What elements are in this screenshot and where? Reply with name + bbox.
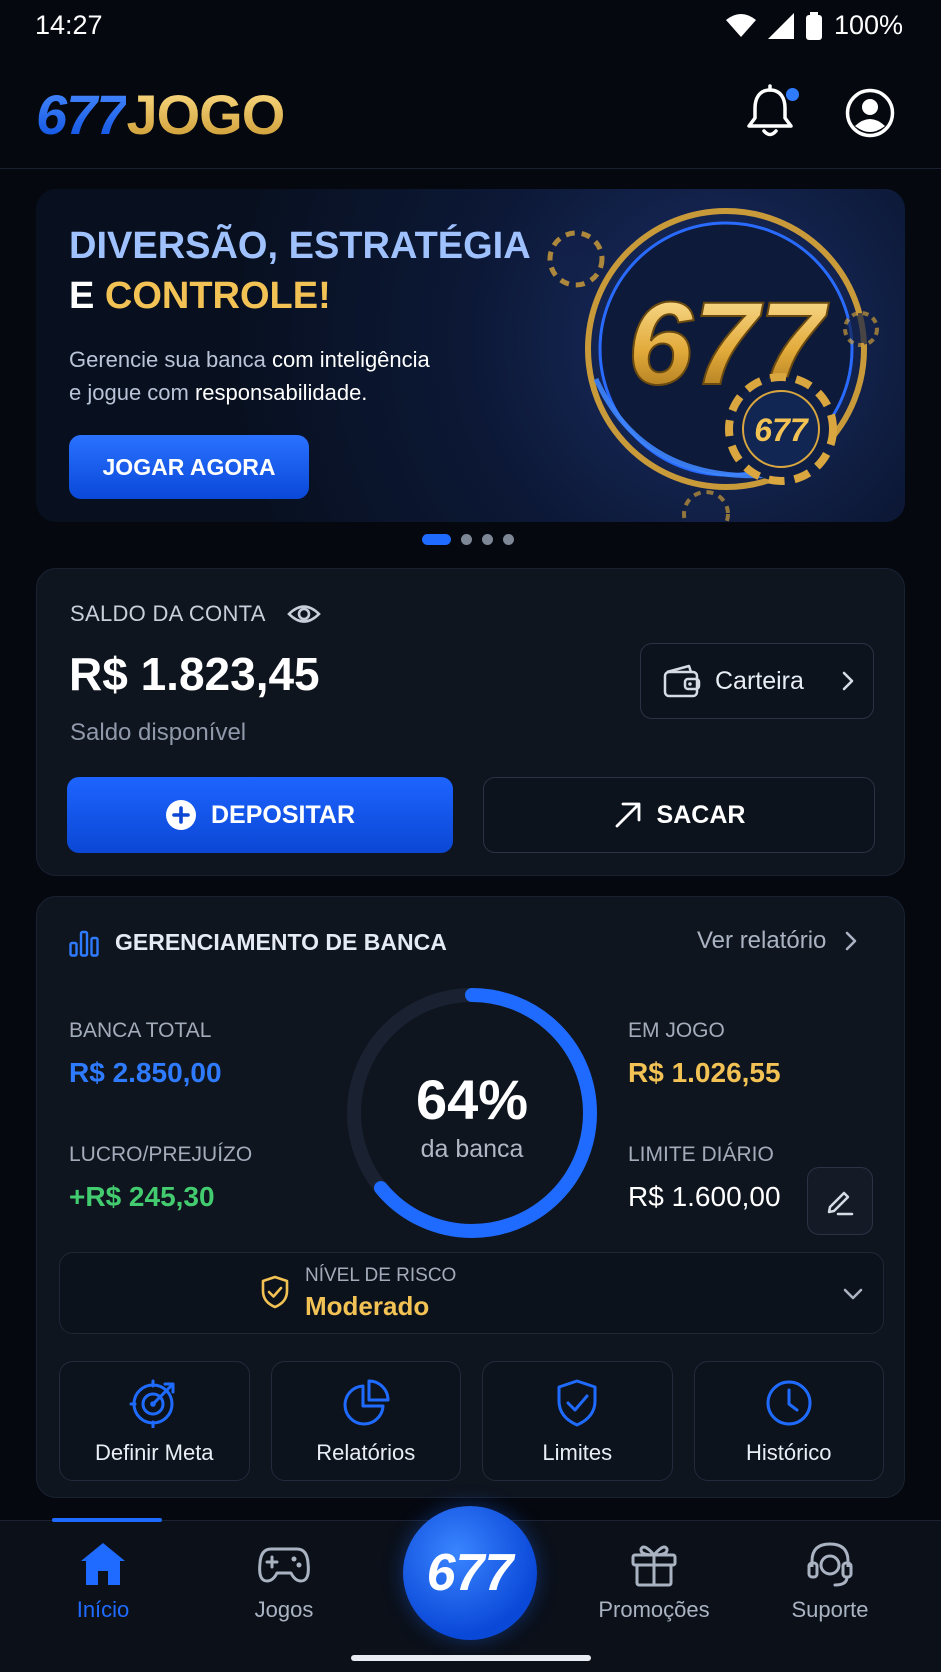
balance-card: SALDO DA CONTA R$ 1.823,45 Saldo disponí… (36, 568, 905, 876)
pie-chart-icon (343, 1379, 390, 1426)
target-icon (129, 1379, 175, 1428)
tile-label: Histórico (745, 1440, 832, 1465)
wallet-icon (663, 664, 701, 698)
status-indicators: 100% (725, 10, 903, 41)
eye-icon[interactable] (287, 599, 321, 629)
notification-badge (786, 88, 799, 101)
risk-level-value: Moderado (305, 1291, 430, 1321)
home-icon (81, 1543, 125, 1585)
gamepad-icon (258, 1547, 310, 1583)
nav-label: Promoções (598, 1597, 710, 1622)
wifi-icon (725, 13, 756, 37)
bank-total-label: BANCA TOTAL (69, 1019, 212, 1042)
in-game-value: R$ 1.026,55 (628, 1057, 781, 1088)
nav-label: Jogos (254, 1597, 314, 1622)
carousel-dot-3[interactable] (482, 534, 493, 545)
logo-text: JOGO (126, 83, 285, 146)
nav-support[interactable]: Suporte (750, 1541, 910, 1623)
balance-amount: R$ 1.823,45 (69, 648, 320, 700)
hero-sub-a: Gerencie sua banca (69, 347, 273, 372)
header-divider (0, 168, 941, 169)
chevron-down-icon (843, 1288, 863, 1300)
hero-banner[interactable]: DIVERSÃO, ESTRATÉGIA E CONTROLE! Gerenci… (36, 189, 905, 522)
wallet-button[interactable]: Carteira (640, 643, 874, 719)
hero-sub-c: e jogue com (69, 380, 195, 405)
pencil-icon (827, 1191, 854, 1216)
status-time: 14:27 (35, 10, 103, 40)
in-game-label: EM JOGO (628, 1019, 725, 1042)
nav-promotions[interactable]: Promoções (574, 1541, 734, 1623)
nav-games[interactable]: Jogos (204, 1541, 364, 1623)
deposit-button[interactable]: DEPOSITAR (67, 777, 453, 853)
set-goal-tile[interactable]: Definir Meta (59, 1361, 250, 1481)
edit-limit-button[interactable] (807, 1167, 873, 1235)
shield-check-icon (261, 1275, 289, 1309)
bar-chart-icon (69, 930, 99, 957)
carousel-dot-4[interactable] (503, 534, 514, 545)
reports-tile[interactable]: Relatórios (270, 1361, 461, 1481)
carousel-indicator[interactable] (422, 534, 514, 545)
profile-avatar-icon[interactable] (845, 88, 895, 138)
risk-level-label: NÍVEL DE RISCO (305, 1265, 457, 1286)
wallet-label: Carteira (715, 666, 804, 695)
logo-number: 677 (36, 83, 127, 146)
chip-number: 677 (754, 412, 810, 448)
management-title: GERENCIAMENTO DE BANCA (115, 929, 447, 955)
view-report-label: Ver relatório (697, 927, 827, 954)
tile-label: Limites (542, 1440, 613, 1465)
battery-percent: 100% (833, 10, 903, 40)
app-logo[interactable]: 677JOGO (36, 80, 285, 150)
balance-sublabel: Saldo disponível (70, 719, 247, 746)
hero-sub-d: responsabilidade. (194, 380, 368, 405)
hero-title-prefix: E (69, 275, 105, 317)
hero-subtitle: Gerencie sua banca com inteligência e jo… (69, 343, 430, 409)
system-home-indicator[interactable] (351, 1655, 591, 1661)
view-report-link[interactable]: Ver relatório (697, 927, 858, 955)
profit-loss-label: LUCRO/PREJUÍZO (69, 1143, 253, 1166)
poker-chip-icon: 677 (725, 373, 837, 485)
profit-loss-value: +R$ 245,30 (69, 1181, 215, 1212)
carousel-dot-2[interactable] (461, 534, 472, 545)
plus-circle-icon (166, 800, 196, 830)
hero-sub-b: com inteligência (272, 347, 430, 372)
shield-check-icon (557, 1379, 597, 1427)
tile-label: Definir Meta (94, 1440, 214, 1465)
withdraw-button[interactable]: SACAR (483, 777, 875, 853)
center-677-button[interactable]: 677 (403, 1506, 537, 1640)
limits-tile[interactable]: Limites (482, 1361, 673, 1481)
risk-level-selector[interactable]: NÍVEL DE RISCO Moderado (59, 1252, 884, 1334)
gift-icon (631, 1545, 677, 1587)
deposit-label: DEPOSITAR (211, 800, 355, 829)
quick-actions: Definir Meta Relatórios Limites Históric… (59, 1361, 884, 1481)
nav-label: Suporte (791, 1597, 869, 1622)
daily-limit-label: LIMITE DIÁRIO (628, 1143, 774, 1166)
active-nav-indicator (52, 1518, 162, 1522)
daily-limit-value: R$ 1.600,00 (628, 1181, 781, 1212)
battery-icon (805, 11, 822, 40)
signal-icon (767, 12, 794, 39)
balance-label: SALDO DA CONTA (70, 601, 266, 626)
headset-icon (807, 1542, 853, 1587)
chevron-right-icon (842, 671, 854, 691)
withdraw-label: SACAR (656, 800, 746, 829)
clock-icon (766, 1380, 812, 1426)
carousel-dot-1[interactable] (422, 534, 451, 545)
bank-total-value: R$ 2.850,00 (69, 1057, 222, 1088)
play-now-button[interactable]: JOGAR AGORA (69, 435, 309, 499)
ring-sublabel: da banca (420, 1135, 524, 1163)
nav-label: Início (76, 1597, 130, 1622)
bankroll-management-card: GERENCIAMENTO DE BANCA Ver relatório BAN… (36, 896, 905, 1498)
arrow-up-right-icon (615, 802, 640, 828)
hero-title-highlight: CONTROLE! (104, 275, 331, 317)
hero-title: DIVERSÃO, ESTRATÉGIA E CONTROLE! (69, 221, 531, 321)
history-tile[interactable]: Histórico (693, 1361, 884, 1481)
nav-home[interactable]: Início (23, 1541, 183, 1623)
hero-677-emblem: 677 677 (547, 189, 901, 522)
ring-percent: 64% (415, 1068, 529, 1131)
chevron-right-icon (846, 931, 857, 951)
tile-label: Relatórios (316, 1440, 416, 1465)
hero-title-line1: DIVERSÃO, ESTRATÉGIA (69, 225, 531, 267)
